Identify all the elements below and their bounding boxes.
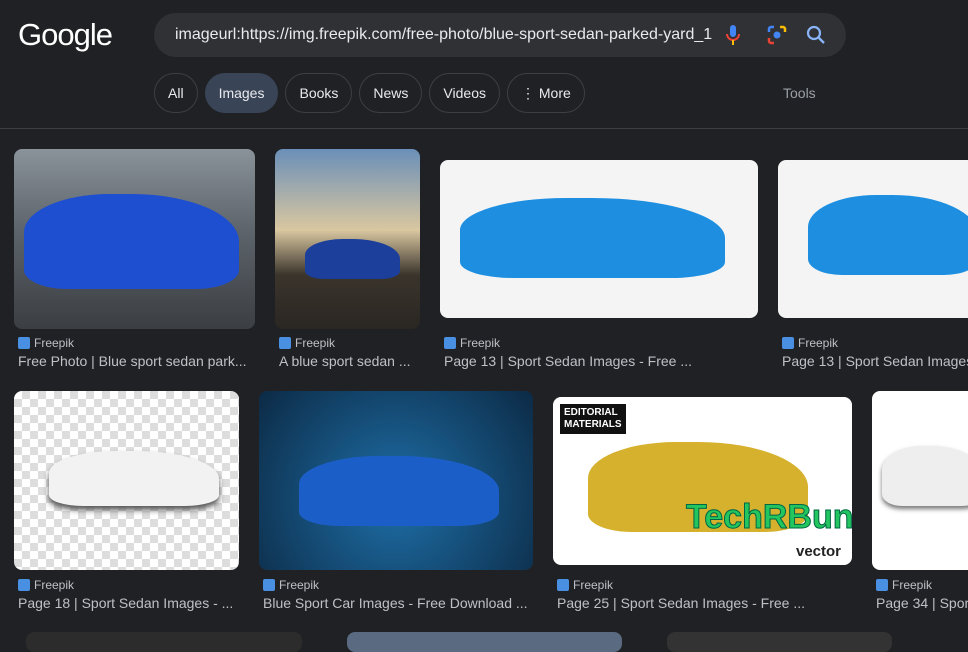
techrbun-watermark: TechRBun <box>685 498 854 537</box>
source-name: Freepik <box>892 578 933 592</box>
tab-books[interactable]: Books <box>285 73 353 113</box>
result-image[interactable] <box>14 391 239 570</box>
result-title[interactable]: A blue sport sedan ... <box>279 353 429 369</box>
result-title[interactable]: Page 13 | Sport Sedan Images <box>782 353 968 369</box>
vector-label: vector <box>796 543 842 560</box>
freepik-favicon-icon <box>782 337 794 349</box>
result-title[interactable]: Blue Sport Car Images - Free Download ..… <box>263 595 543 611</box>
result-title[interactable]: Page 18 | Sport Sedan Images - ... <box>18 595 243 611</box>
source-name: Freepik <box>460 336 501 350</box>
search-tabs: All Images Books News Videos ⋮ More <box>154 73 585 113</box>
source-name: Freepik <box>573 578 614 592</box>
tab-images[interactable]: Images <box>204 73 279 113</box>
editorial-label: EDITORIAL MATERIALS <box>560 404 626 434</box>
source-name: Freepik <box>34 336 75 350</box>
freepik-favicon-icon <box>18 579 30 591</box>
result-image[interactable] <box>667 632 892 652</box>
result-source[interactable]: Freepik <box>279 336 335 350</box>
divider <box>0 128 968 129</box>
result-image[interactable] <box>275 149 420 329</box>
result-source[interactable]: Freepik <box>263 578 319 592</box>
result-image[interactable] <box>347 632 622 652</box>
tools-button[interactable]: Tools <box>783 85 816 101</box>
result-source[interactable]: Freepik <box>444 336 500 350</box>
google-logo[interactable]: Google <box>18 17 113 53</box>
freepik-favicon-icon <box>876 579 888 591</box>
result-image[interactable] <box>778 160 968 318</box>
result-image[interactable] <box>872 391 968 570</box>
freepik-favicon-icon <box>263 579 275 591</box>
source-name: Freepik <box>34 578 75 592</box>
source-name: Freepik <box>798 336 839 350</box>
result-source[interactable]: Freepik <box>782 336 838 350</box>
result-title[interactable]: Free Photo | Blue sport sedan park... <box>18 353 258 369</box>
lens-icon[interactable] <box>766 24 788 46</box>
tab-more[interactable]: ⋮ More <box>506 73 585 113</box>
freepik-favicon-icon <box>279 337 291 349</box>
result-source[interactable]: Freepik <box>557 578 613 592</box>
search-input[interactable]: imageurl:https://img.freepik.com/free-ph… <box>175 26 715 44</box>
result-title[interactable]: Page 25 | Sport Sedan Images - Free ... <box>557 595 857 611</box>
search-icon[interactable] <box>805 24 827 46</box>
result-source[interactable]: Freepik <box>876 578 932 592</box>
freepik-favicon-icon <box>557 579 569 591</box>
freepik-favicon-icon <box>18 337 30 349</box>
tab-videos[interactable]: Videos <box>429 73 500 113</box>
tab-all[interactable]: All <box>154 73 198 113</box>
result-image[interactable] <box>14 149 255 329</box>
result-source[interactable]: Freepik <box>18 578 74 592</box>
freepik-favicon-icon <box>444 337 456 349</box>
source-name: Freepik <box>295 336 336 350</box>
mic-icon[interactable] <box>722 24 744 46</box>
result-title[interactable]: Page 13 | Sport Sedan Images - Free ... <box>444 353 764 369</box>
result-title[interactable]: Page 34 | Sport <box>876 595 968 611</box>
source-name: Freepik <box>279 578 320 592</box>
search-box[interactable]: imageurl:https://img.freepik.com/free-ph… <box>154 13 846 57</box>
result-image[interactable] <box>26 632 302 652</box>
result-image[interactable] <box>259 391 533 570</box>
result-image[interactable] <box>440 160 758 318</box>
tab-news[interactable]: News <box>359 73 423 113</box>
result-source[interactable]: Freepik <box>18 336 74 350</box>
